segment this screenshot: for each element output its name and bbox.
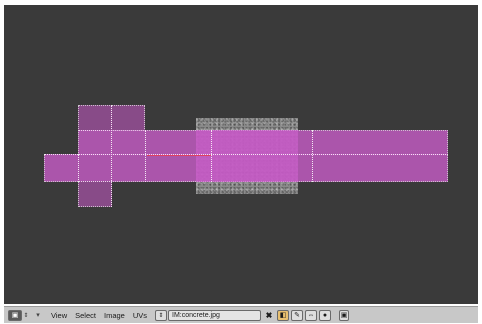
editor-type-updown-icon[interactable]: ⇕: [23, 310, 29, 321]
close-icon[interactable]: ✖: [263, 310, 275, 321]
menu-view[interactable]: View: [51, 311, 67, 320]
uv-editor-header: ▣ ⇕ ▾ View Select Image UVs ⇕ IM:concret…: [4, 306, 478, 323]
lock-icon[interactable]: ▣: [339, 309, 350, 321]
uv-edge: [44, 154, 448, 155]
texture-paint-icon[interactable]: ◧: [277, 309, 290, 321]
image-browse-button[interactable]: ⇕: [155, 309, 168, 321]
uv-edge: [78, 154, 79, 182]
pin-icon[interactable]: ✎: [291, 309, 304, 321]
sync-icon[interactable]: ⇔: [305, 309, 318, 321]
menu-uvs[interactable]: UVs: [133, 311, 147, 320]
uv-edge: [211, 130, 212, 182]
dot-icon[interactable]: ●: [319, 309, 332, 321]
uv-edge: [111, 105, 112, 207]
uv-edge: [312, 130, 313, 182]
menu-select[interactable]: Select: [75, 311, 96, 320]
uv-face-top-right[interactable]: [111, 105, 145, 131]
image-name-field[interactable]: IM:concrete.jpg: [168, 309, 262, 321]
collapse-menu-icon[interactable]: ▾: [33, 310, 43, 321]
uv-viewport[interactable]: [4, 5, 478, 304]
uv-edge: [145, 130, 146, 182]
selected-uv-edge[interactable]: [147, 155, 211, 156]
uv-face-bottom-stub[interactable]: [78, 181, 112, 207]
uv-face-top-left[interactable]: [78, 105, 112, 131]
menu-image[interactable]: Image: [104, 311, 125, 320]
uv-image-editor-window: ▣ ⇕ ▾ View Select Image UVs ⇕ IM:concret…: [0, 0, 482, 324]
image-editor-icon[interactable]: ▣: [8, 309, 22, 321]
